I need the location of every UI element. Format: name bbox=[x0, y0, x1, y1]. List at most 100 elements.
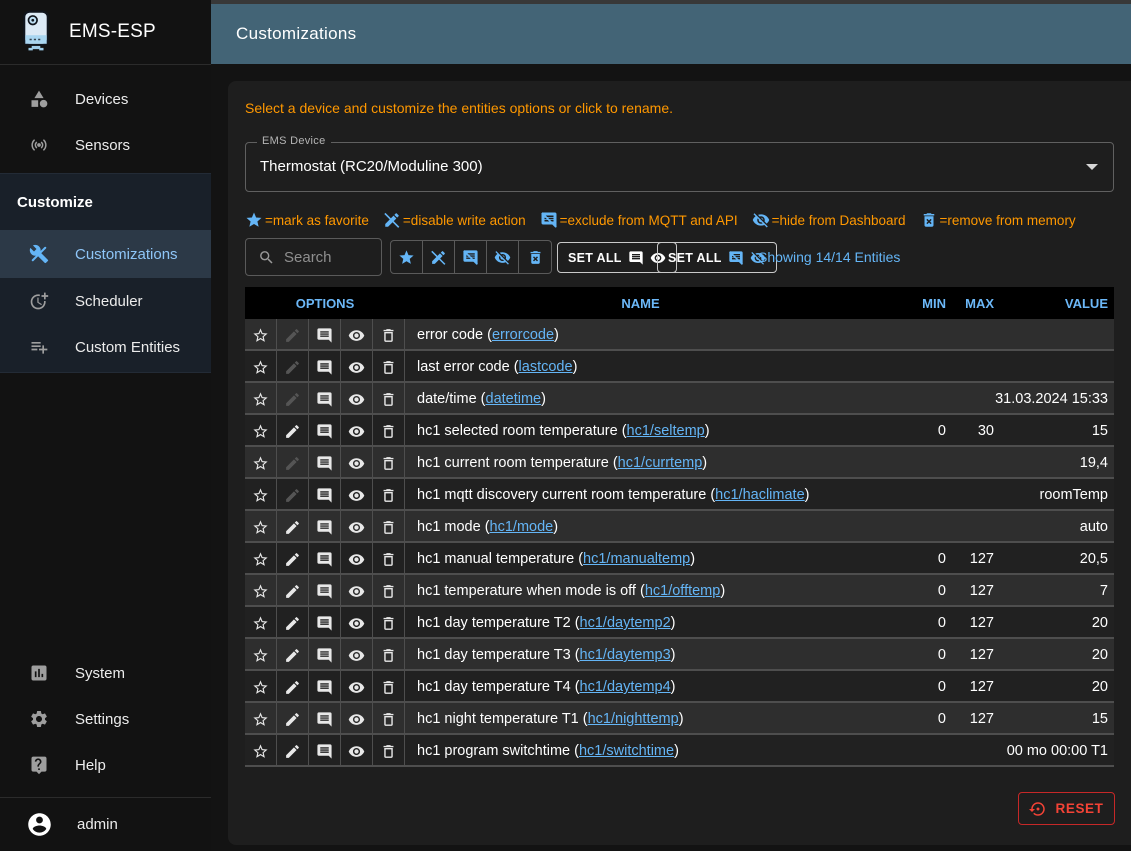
mqtt-exclude-toggle[interactable] bbox=[309, 639, 341, 671]
mqtt-exclude-toggle[interactable] bbox=[309, 703, 341, 735]
mqtt-exclude-toggle[interactable] bbox=[309, 735, 341, 767]
mqtt-exclude-toggle[interactable] bbox=[309, 575, 341, 607]
reset-button[interactable]: RESET bbox=[1018, 792, 1115, 825]
entity-shortname-link[interactable]: hc1/offtemp bbox=[645, 583, 721, 599]
delete-toggle[interactable] bbox=[373, 735, 405, 767]
entity-shortname-link[interactable]: hc1/haclimate bbox=[715, 487, 804, 503]
entity-name[interactable]: hc1 day temperature T4 (hc1/daytemp4) bbox=[405, 679, 876, 695]
filter-favorite-button[interactable] bbox=[391, 241, 423, 273]
ems-device-select[interactable]: EMS Device Thermostat (RC20/Moduline 300… bbox=[245, 142, 1114, 192]
sidebar-item-custom-entities[interactable]: Custom Entities bbox=[0, 324, 211, 370]
mqtt-exclude-toggle[interactable] bbox=[309, 383, 341, 415]
visibility-toggle[interactable] bbox=[341, 575, 373, 607]
edit-toggle[interactable] bbox=[277, 671, 309, 703]
entity-name[interactable]: hc1 selected room temperature (hc1/selte… bbox=[405, 423, 876, 439]
visibility-toggle[interactable] bbox=[341, 703, 373, 735]
edit-toggle[interactable] bbox=[277, 735, 309, 767]
entity-shortname-link[interactable]: hc1/switchtime bbox=[579, 743, 674, 759]
entity-shortname-link[interactable]: datetime bbox=[486, 391, 542, 407]
search-input[interactable] bbox=[284, 249, 374, 266]
delete-toggle[interactable] bbox=[373, 671, 405, 703]
sidebar-item-scheduler[interactable]: Scheduler bbox=[0, 278, 211, 324]
filter-remove-memory-button[interactable] bbox=[519, 241, 551, 273]
entity-shortname-link[interactable]: lastcode bbox=[519, 359, 573, 375]
entity-name[interactable]: hc1 temperature when mode is off (hc1/of… bbox=[405, 583, 876, 599]
entity-shortname-link[interactable]: errorcode bbox=[492, 327, 554, 343]
entity-shortname-link[interactable]: hc1/manualtemp bbox=[583, 551, 690, 567]
delete-toggle[interactable] bbox=[373, 543, 405, 575]
sidebar-item-sensors[interactable]: Sensors bbox=[0, 122, 211, 168]
entity-name[interactable]: hc1 mqtt discovery current room temperat… bbox=[405, 487, 876, 503]
delete-toggle[interactable] bbox=[373, 479, 405, 511]
favorite-toggle[interactable] bbox=[245, 735, 277, 767]
edit-toggle[interactable] bbox=[277, 383, 309, 415]
favorite-toggle[interactable] bbox=[245, 319, 277, 351]
favorite-toggle[interactable] bbox=[245, 671, 277, 703]
favorite-toggle[interactable] bbox=[245, 415, 277, 447]
entity-name[interactable]: hc1 manual temperature (hc1/manualtemp) bbox=[405, 551, 876, 567]
visibility-toggle[interactable] bbox=[341, 671, 373, 703]
sidebar-item-help[interactable]: Help bbox=[0, 742, 211, 788]
sidebar-user-admin[interactable]: admin bbox=[0, 798, 211, 851]
favorite-toggle[interactable] bbox=[245, 479, 277, 511]
entity-name[interactable]: date/time (datetime) bbox=[405, 391, 876, 407]
favorite-toggle[interactable] bbox=[245, 351, 277, 383]
entity-name[interactable]: hc1 mode (hc1/mode) bbox=[405, 519, 876, 535]
sidebar-item-settings[interactable]: Settings bbox=[0, 696, 211, 742]
edit-toggle[interactable] bbox=[277, 351, 309, 383]
entity-shortname-link[interactable]: hc1/nighttemp bbox=[588, 711, 679, 727]
visibility-toggle[interactable] bbox=[341, 319, 373, 351]
mqtt-exclude-toggle[interactable] bbox=[309, 671, 341, 703]
edit-toggle[interactable] bbox=[277, 415, 309, 447]
entity-shortname-link[interactable]: hc1/mode bbox=[490, 519, 554, 535]
delete-toggle[interactable] bbox=[373, 447, 405, 479]
visibility-toggle[interactable] bbox=[341, 511, 373, 543]
visibility-toggle[interactable] bbox=[341, 639, 373, 671]
delete-toggle[interactable] bbox=[373, 319, 405, 351]
mqtt-exclude-toggle[interactable] bbox=[309, 415, 341, 447]
favorite-toggle[interactable] bbox=[245, 575, 277, 607]
edit-toggle[interactable] bbox=[277, 543, 309, 575]
visibility-toggle[interactable] bbox=[341, 735, 373, 767]
entity-name[interactable]: last error code (lastcode) bbox=[405, 359, 876, 375]
favorite-toggle[interactable] bbox=[245, 639, 277, 671]
mqtt-exclude-toggle[interactable] bbox=[309, 319, 341, 351]
favorite-toggle[interactable] bbox=[245, 383, 277, 415]
mqtt-exclude-toggle[interactable] bbox=[309, 479, 341, 511]
mqtt-exclude-toggle[interactable] bbox=[309, 351, 341, 383]
edit-toggle[interactable] bbox=[277, 575, 309, 607]
entity-name[interactable]: hc1 program switchtime (hc1/switchtime) bbox=[405, 743, 876, 759]
entity-shortname-link[interactable]: hc1/daytemp3 bbox=[580, 647, 671, 663]
sidebar-item-devices[interactable]: Devices bbox=[0, 76, 211, 122]
visibility-toggle[interactable] bbox=[341, 383, 373, 415]
entity-shortname-link[interactable]: hc1/daytemp4 bbox=[580, 679, 671, 695]
entity-name[interactable]: error code (errorcode) bbox=[405, 327, 876, 343]
visibility-toggle[interactable] bbox=[341, 351, 373, 383]
entity-shortname-link[interactable]: hc1/seltemp bbox=[627, 423, 705, 439]
filter-exclude-mqtt-button[interactable] bbox=[455, 241, 487, 273]
sidebar-item-customizations[interactable]: Customizations bbox=[0, 230, 211, 278]
visibility-toggle[interactable] bbox=[341, 607, 373, 639]
mqtt-exclude-toggle[interactable] bbox=[309, 543, 341, 575]
favorite-toggle[interactable] bbox=[245, 543, 277, 575]
edit-toggle[interactable] bbox=[277, 511, 309, 543]
entity-name[interactable]: hc1 day temperature T3 (hc1/daytemp3) bbox=[405, 647, 876, 663]
entity-shortname-link[interactable]: hc1/daytemp2 bbox=[580, 615, 671, 631]
edit-toggle[interactable] bbox=[277, 639, 309, 671]
edit-toggle[interactable] bbox=[277, 607, 309, 639]
sidebar-item-system[interactable]: System bbox=[0, 650, 211, 696]
entity-shortname-link[interactable]: hc1/currtemp bbox=[618, 455, 703, 471]
delete-toggle[interactable] bbox=[373, 639, 405, 671]
mqtt-exclude-toggle[interactable] bbox=[309, 511, 341, 543]
favorite-toggle[interactable] bbox=[245, 511, 277, 543]
edit-toggle[interactable] bbox=[277, 447, 309, 479]
delete-toggle[interactable] bbox=[373, 351, 405, 383]
delete-toggle[interactable] bbox=[373, 415, 405, 447]
edit-toggle[interactable] bbox=[277, 703, 309, 735]
delete-toggle[interactable] bbox=[373, 511, 405, 543]
edit-toggle[interactable] bbox=[277, 479, 309, 511]
mqtt-exclude-toggle[interactable] bbox=[309, 447, 341, 479]
entity-name[interactable]: hc1 night temperature T1 (hc1/nighttemp) bbox=[405, 711, 876, 727]
favorite-toggle[interactable] bbox=[245, 447, 277, 479]
delete-toggle[interactable] bbox=[373, 575, 405, 607]
